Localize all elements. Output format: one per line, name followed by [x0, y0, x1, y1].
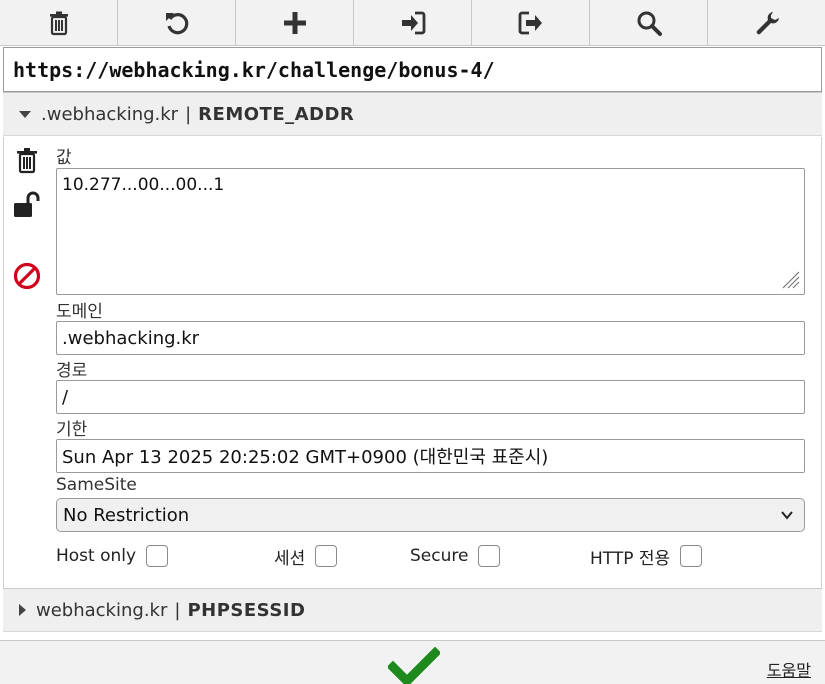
host-only-label: Host only: [56, 546, 137, 566]
path-label: 경로: [56, 361, 88, 381]
delete-all-button[interactable]: [0, 0, 118, 45]
cookie-name: PHPSESSID: [187, 599, 306, 621]
delete-cookie-icon[interactable]: [12, 145, 42, 175]
plus-icon: [283, 11, 306, 34]
domain-label: 도메인: [56, 302, 103, 322]
search-button[interactable]: [590, 0, 708, 45]
chevron-down-icon: [781, 511, 793, 520]
checkmark-icon[interactable]: [388, 647, 440, 684]
url-input[interactable]: [13, 57, 812, 82]
expires-label: 기한: [56, 420, 88, 440]
import-icon: [401, 11, 425, 34]
cookie-detail-panel: 값 10.277...00...00...1 도메인 경로 기한 SameSit…: [3, 137, 822, 588]
cookie-name: REMOTE_ADDR: [198, 103, 355, 125]
value-textarea[interactable]: 10.277...00...00...1: [56, 168, 805, 295]
search-icon: [637, 11, 662, 36]
reset-button[interactable]: [118, 0, 236, 45]
session-option: 세션: [274, 541, 338, 571]
cookie-flags: Host only 세션 Secure HTTP 전용: [56, 541, 805, 571]
toolbar: [0, 0, 825, 46]
help-link[interactable]: 도움말: [767, 657, 811, 681]
host-only-option: Host only: [56, 541, 169, 571]
wrench-icon: [756, 11, 779, 34]
http-only-checkbox[interactable]: [680, 545, 703, 567]
url-bar: [3, 47, 822, 92]
expires-field[interactable]: [56, 439, 805, 473]
export-button[interactable]: [472, 0, 590, 45]
cookie-domain: webhacking.kr: [36, 599, 168, 621]
session-label: 세션: [274, 548, 306, 569]
http-only-label: HTTP 전용: [590, 548, 671, 569]
expand-arrow-icon: [19, 604, 26, 616]
samesite-select[interactable]: No Restriction: [56, 498, 805, 532]
secure-checkbox[interactable]: [478, 545, 501, 567]
trash-icon: [49, 11, 68, 35]
cookie-header-remote-addr[interactable]: .webhacking.kr | REMOTE_ADDR: [3, 92, 822, 136]
unlock-icon[interactable]: [12, 189, 42, 219]
add-cookie-button[interactable]: [236, 0, 354, 45]
samesite-label: SameSite: [56, 475, 137, 495]
secure-option: Secure: [410, 541, 501, 571]
cookie-header-phpsessid[interactable]: webhacking.kr | PHPSESSID: [3, 588, 822, 632]
host-only-checkbox[interactable]: [146, 545, 169, 567]
import-button[interactable]: [354, 0, 472, 45]
session-checkbox[interactable]: [315, 545, 338, 567]
secure-label: Secure: [410, 546, 469, 566]
path-field[interactable]: [56, 380, 805, 414]
export-icon: [518, 11, 542, 34]
cookie-separator: |: [185, 103, 192, 125]
block-icon[interactable]: [12, 261, 42, 291]
http-only-option: HTTP 전용: [590, 541, 703, 571]
samesite-value: No Restriction: [63, 504, 190, 526]
cookie-domain: .webhacking.kr: [41, 103, 179, 125]
footer: 도움말: [0, 640, 825, 684]
settings-button[interactable]: [708, 0, 825, 45]
undo-icon: [165, 12, 188, 34]
value-label: 값: [56, 148, 72, 168]
cookie-separator: |: [174, 599, 181, 621]
domain-field[interactable]: [56, 321, 805, 355]
collapse-arrow-icon: [19, 110, 31, 118]
